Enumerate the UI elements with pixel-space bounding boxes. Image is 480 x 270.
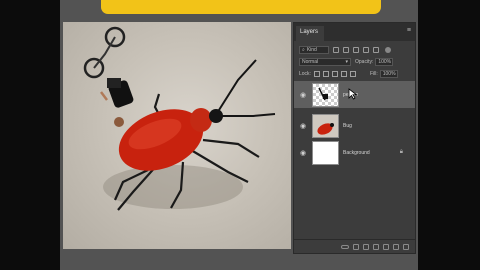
lock-image-icon[interactable] [322,71,329,77]
lock-all-icon[interactable] [349,71,356,77]
opacity-value: 100% [378,59,392,65]
new-group-icon[interactable] [383,243,389,250]
eye-icon[interactable]: ◉ [298,122,308,130]
blend-mode-select[interactable]: Normal ▾ [299,58,351,66]
person-thumb-icon [318,87,328,100]
trash-icon[interactable] [403,243,409,250]
mouse-cursor-icon [348,88,358,100]
fill-label: Fill: [369,71,378,77]
blend-row: Normal ▾ Opacity: 100% [294,57,415,67]
layer-style-icon[interactable] [353,243,359,250]
smart-object-filter-icon[interactable] [373,46,379,53]
add-mask-icon[interactable] [363,243,369,250]
tab-layers[interactable]: Layers [296,26,325,41]
filter-kind-label: Kind [306,46,317,53]
fill-field[interactable]: 100% [379,70,398,78]
chevron-down-icon: ▾ [345,59,348,65]
panel-tab-bar: Layers ≡ [294,23,415,41]
bike-rider [83,26,134,127]
new-layer-icon[interactable] [393,243,399,250]
layer-thumbnail [312,82,339,107]
pixel-filter-icon[interactable] [333,46,339,53]
lock-row: Lock: Fill: 100% [294,69,415,79]
bug-thorax [190,108,212,132]
opacity-label: Opacity: [355,59,374,65]
eye-icon[interactable]: ◉ [298,149,308,157]
title-banner [101,0,381,14]
bug-antennae [218,59,276,117]
filter-toggle-icon[interactable] [385,46,391,53]
layer-row-bug[interactable]: ◉ Bug [294,112,415,139]
shape-filter-icon[interactable] [363,46,369,53]
lock-icon: 🔒︎ [399,149,403,155]
layer-thumbnail [312,140,339,165]
layers-bottom-bar [294,239,415,253]
layer-name: Bug [343,122,352,129]
bug-thumb-icon [317,122,334,135]
hamburger-icon[interactable]: ≡ [407,27,411,34]
adjustment-filter-icon[interactable] [343,46,349,53]
lock-transparent-icon[interactable] [313,71,320,77]
fill-value: 100% [382,71,396,77]
search-icon: ⌕ [302,46,305,53]
layer-row-background[interactable]: ◉ Background 🔒︎ [294,139,415,166]
lock-position-icon[interactable] [331,71,338,77]
opacity-field[interactable]: 100% [375,58,394,66]
filter-kind-select[interactable]: ⌕ Kind [299,45,329,54]
type-filter-icon[interactable] [353,46,359,53]
document-canvas[interactable] [63,22,291,249]
bug-head [209,109,223,123]
layer-filter-row: ⌕ Kind [294,44,415,55]
adjustment-layer-icon[interactable] [373,243,379,250]
blend-mode-value: Normal [302,59,319,65]
layer-thumbnail [312,113,339,138]
link-layers-icon[interactable] [341,244,349,249]
layer-name: Background [343,149,370,156]
lock-label: Lock: [299,71,311,77]
lock-artboard-icon[interactable] [340,71,347,77]
layers-panel: Layers ≡ ⌕ Kind Normal ▾ Opacity: 100% L… [293,22,416,254]
eye-icon[interactable]: ◉ [298,91,308,99]
